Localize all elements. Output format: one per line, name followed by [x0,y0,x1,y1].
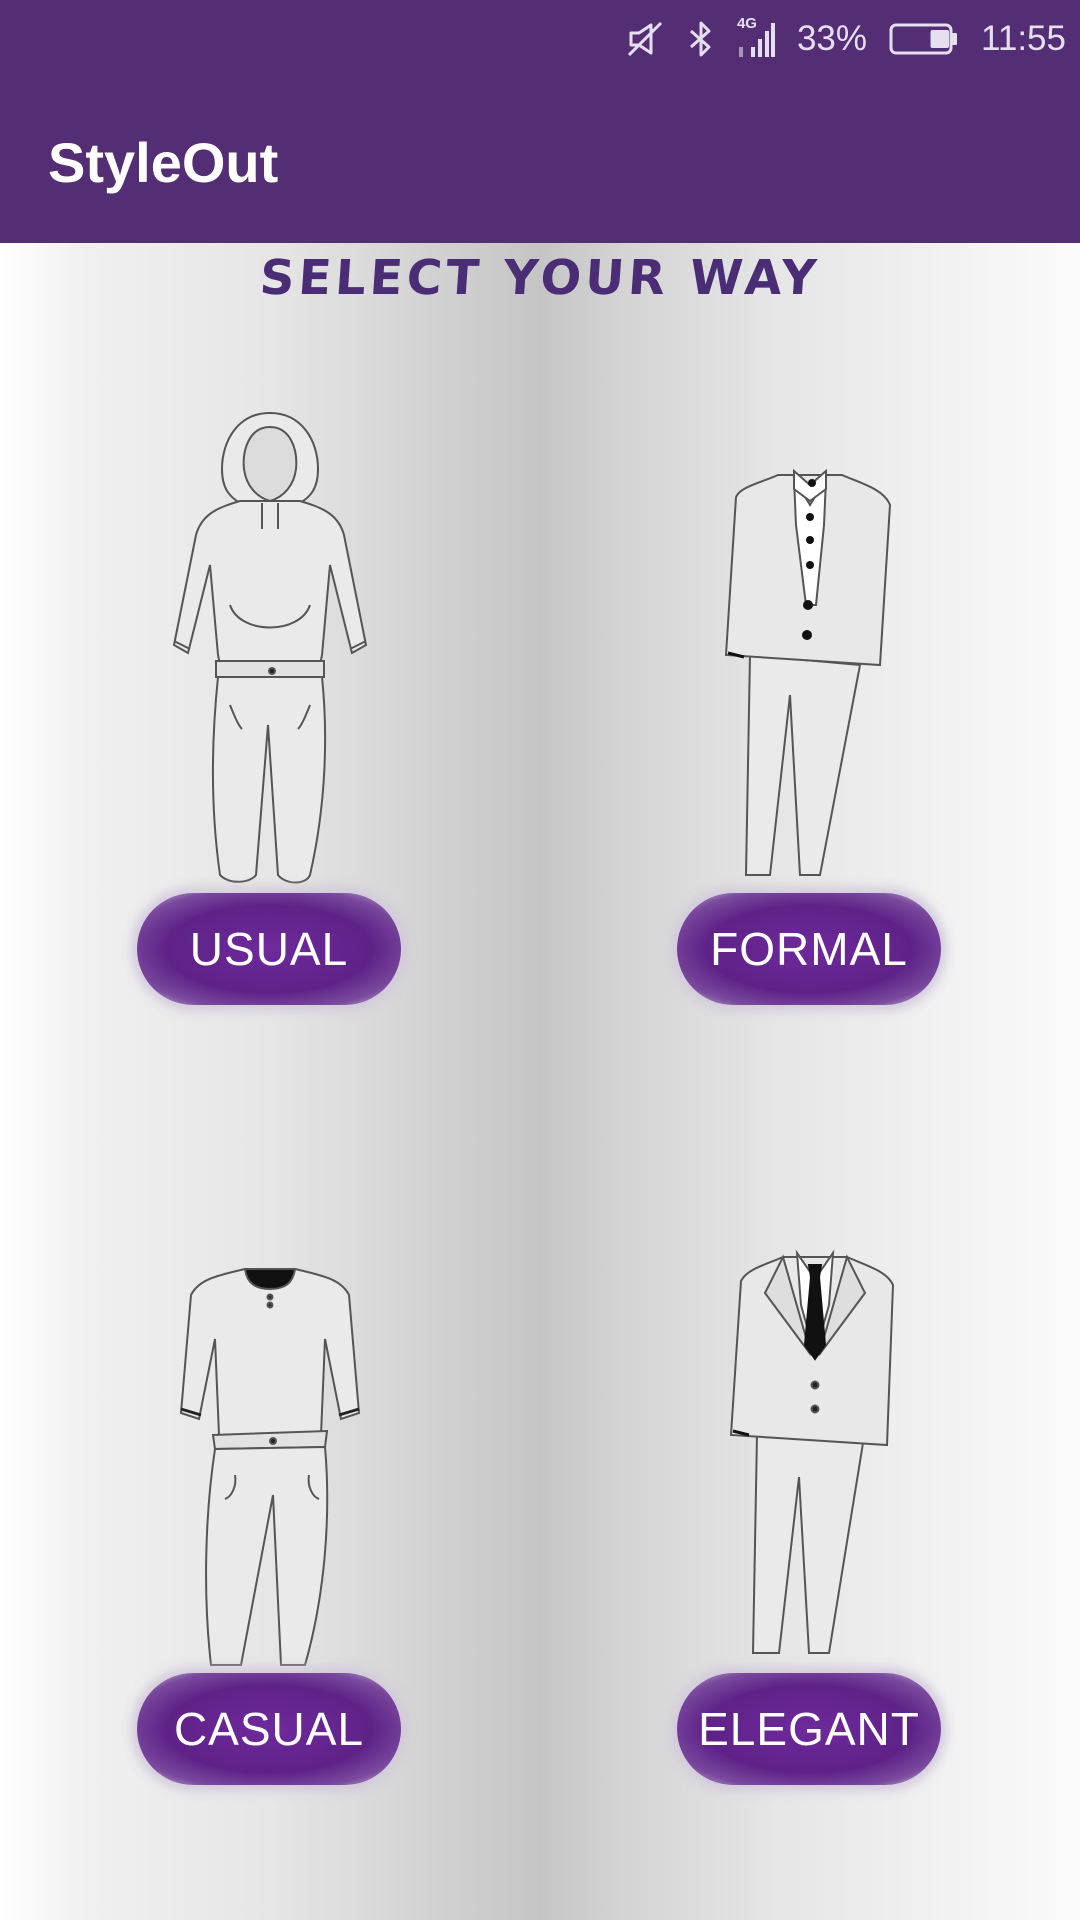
bluetooth-icon [687,19,715,59]
elegant-button-label: ELEGANT [698,1703,920,1755]
formal-style-button[interactable]: FORMAL [677,893,941,1005]
signal-4g-icon: 4G [737,15,775,59]
elegant-style-button[interactable]: ELEGANT [677,1673,941,1785]
formal-button-label: FORMAL [710,923,908,975]
usual-button-label: USUAL [189,923,349,975]
status-icons: 4G 33% 11:55 [625,12,1066,66]
casual-button-label: CASUAL [173,1703,365,1755]
casual-style-button[interactable]: CASUAL [137,1673,401,1785]
clock: 11:55 [981,19,1066,58]
hoodie-outfit-icon[interactable] [160,405,380,890]
app-bar: StyleOut [0,78,1080,243]
app-title: StyleOut [48,131,279,194]
mute-icon [625,19,665,59]
formal-suit-icon[interactable] [720,465,900,885]
casual-outfit-icon[interactable] [175,1265,365,1675]
status-bar: 4G 33% 11:55 [0,0,1080,78]
battery-percent: 33% [796,19,867,58]
tie-suit-icon[interactable] [725,1245,905,1670]
battery-icon [889,22,959,56]
usual-style-button[interactable]: USUAL [137,893,401,1005]
style-select-screen: 4G 33% 11:55 StyleOut SELECT YOUR WAY US… [0,0,1080,1920]
page-headline: SELECT YOUR WAY [258,250,822,306]
